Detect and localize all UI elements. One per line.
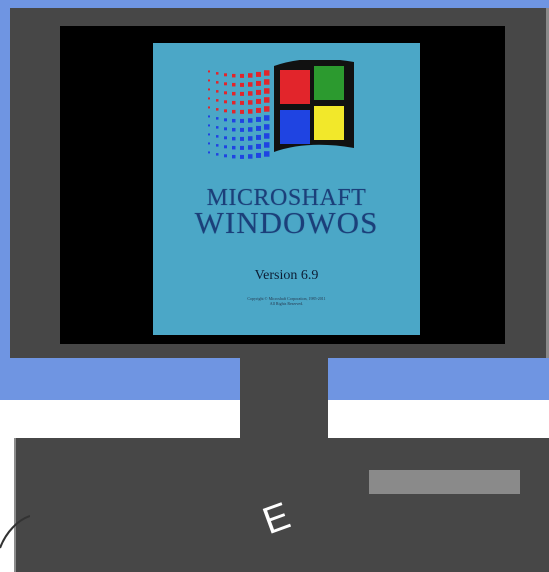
flag-dot xyxy=(232,82,236,87)
flag-dot xyxy=(224,82,227,86)
windows-flag-logo-icon xyxy=(208,60,354,159)
flag-dot xyxy=(240,100,244,105)
copyright-line2: All Rights Reserved. xyxy=(269,301,304,306)
drive-slot[interactable] xyxy=(369,470,520,494)
flag-dot xyxy=(256,152,261,158)
flag-dot xyxy=(224,145,227,149)
flag-dot xyxy=(240,127,244,132)
flag-dot xyxy=(208,133,210,136)
flag-dot xyxy=(256,116,261,122)
flag-dot xyxy=(216,144,219,147)
flag-dot xyxy=(208,88,210,91)
flag-dot xyxy=(224,73,227,77)
flag-dot xyxy=(248,82,253,87)
flag-dot xyxy=(264,70,270,76)
flag-dot xyxy=(264,124,270,130)
flag-dot xyxy=(208,115,210,118)
monitor-stand xyxy=(240,350,328,442)
flag-dot xyxy=(240,73,244,78)
flag-dot xyxy=(240,154,244,159)
flag-dot xyxy=(256,125,261,131)
flag-dot xyxy=(216,126,219,129)
flag-dot xyxy=(232,154,236,159)
flag-blue-pane xyxy=(280,110,310,144)
flag-dot xyxy=(248,145,253,150)
flag-dot xyxy=(232,100,236,105)
flag-red-pane xyxy=(280,70,310,104)
flag-dot xyxy=(264,106,270,112)
flag-dot xyxy=(248,109,253,114)
flag-dot xyxy=(224,100,227,104)
flag-dot xyxy=(216,90,219,93)
splash-screen: MICROSHAFT WINDOWOS Version 6.9 Copyrigh… xyxy=(153,43,420,335)
flag-dot xyxy=(232,127,236,132)
flag-dot xyxy=(224,127,227,131)
flag-dot xyxy=(264,133,270,139)
flag-dot xyxy=(248,91,253,96)
monitor: MICROSHAFT WINDOWOS Version 6.9 Copyrigh… xyxy=(10,8,549,358)
flag-dot xyxy=(256,143,261,149)
flag-yellow-pane xyxy=(314,106,344,140)
flag-dot xyxy=(256,134,261,140)
flag-dot xyxy=(264,115,270,121)
flag-dot xyxy=(216,153,219,156)
splash-title-line2: WINDOWOS xyxy=(194,205,379,240)
flag-dot xyxy=(256,98,261,104)
flag-dot xyxy=(264,79,270,85)
flag-dot xyxy=(256,107,261,113)
flag-dot xyxy=(240,82,244,87)
flag-dot xyxy=(248,154,253,159)
flag-dot xyxy=(256,80,261,86)
flag-dot xyxy=(208,142,210,145)
flag-dot xyxy=(208,151,210,154)
flag-dot xyxy=(240,91,244,96)
flag-dot xyxy=(208,97,210,100)
flag-dot xyxy=(208,70,210,73)
flag-dot xyxy=(264,97,270,103)
flag-dot xyxy=(208,79,210,82)
flag-dot xyxy=(224,118,227,122)
flag-dot xyxy=(248,118,253,123)
flag-dot xyxy=(224,109,227,113)
computer-base-unit: E xyxy=(14,438,549,572)
flag-dot xyxy=(224,136,227,140)
base-letter: E xyxy=(257,494,296,544)
copyright-notice: Copyright © Microshaft Corporation, 1985… xyxy=(153,296,420,306)
flag-dot xyxy=(232,73,236,78)
flag-dot xyxy=(224,154,227,158)
flag-dot xyxy=(248,73,253,78)
flag-dot xyxy=(240,145,244,150)
flag-dot xyxy=(248,136,253,141)
flag-dot xyxy=(216,117,219,120)
flag-dot xyxy=(256,71,261,77)
flag-dot xyxy=(208,106,210,109)
flag-dot xyxy=(216,72,219,75)
cable-icon xyxy=(0,515,30,549)
flag-dot xyxy=(208,124,210,127)
flag-dot xyxy=(216,135,219,138)
flag-dot xyxy=(240,118,244,123)
flag-dot xyxy=(216,108,219,111)
flag-dot xyxy=(264,88,270,94)
version-label: Version 6.9 xyxy=(254,268,319,283)
flag-dot xyxy=(240,109,244,114)
flag-dot xyxy=(232,91,236,96)
flag-dot xyxy=(232,145,236,150)
flag-green-pane xyxy=(314,66,344,100)
flag-dot xyxy=(248,100,253,105)
flag-dot xyxy=(232,118,236,123)
flag-dot xyxy=(264,151,270,157)
flag-dot xyxy=(248,127,253,132)
monitor-screen: MICROSHAFT WINDOWOS Version 6.9 Copyrigh… xyxy=(60,26,505,344)
flag-dot xyxy=(264,142,270,148)
flag-dot xyxy=(256,89,261,95)
flag-dot xyxy=(216,81,219,84)
flag-dot xyxy=(216,99,219,102)
flag-dot xyxy=(232,136,236,141)
flag-dot xyxy=(240,136,244,141)
flag-dot xyxy=(224,91,227,95)
flag-dot xyxy=(232,109,236,114)
